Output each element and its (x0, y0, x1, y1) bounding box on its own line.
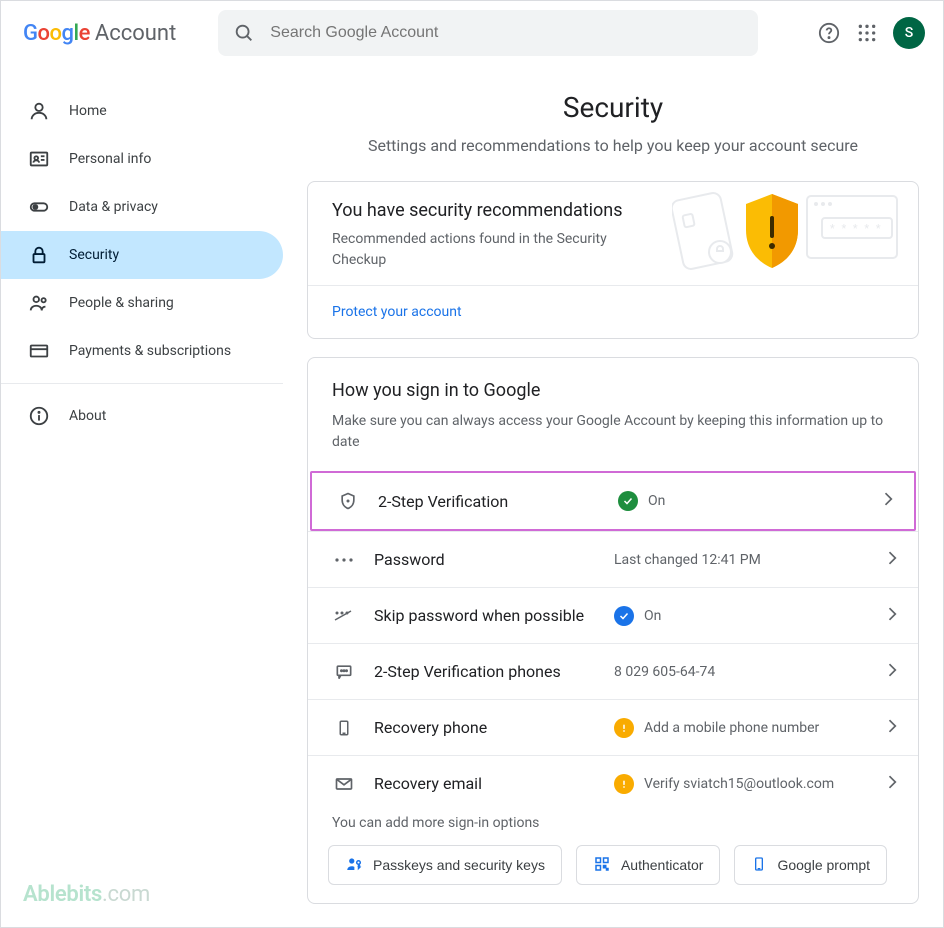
passkeys-button[interactable]: Passkeys and security keys (328, 845, 562, 885)
row-label: 2-Step Verification phones (374, 662, 614, 681)
sidebar-item-about[interactable]: About (1, 392, 283, 440)
home-icon (27, 99, 51, 123)
people-icon (27, 291, 51, 315)
ablebits-watermark: Ablebits.com (23, 882, 150, 907)
row-status-text: On (644, 608, 661, 624)
phone-prompt-icon (751, 855, 767, 876)
reco-card-title: You have security recommendations (332, 200, 648, 221)
chevron-right-icon (882, 716, 902, 740)
howsign-title: How you sign in to Google (332, 380, 894, 401)
row-label: Skip password when possible (374, 606, 614, 625)
authenticator-button[interactable]: Authenticator (576, 845, 721, 885)
more-signin-options-text: You can add more sign-in options (308, 811, 918, 831)
row-status-text: Last changed 12:41 PM (614, 552, 761, 568)
row-recovery-email[interactable]: Recovery email Verify sviatch15@outlook.… (308, 755, 918, 811)
passkey-icon (345, 855, 363, 876)
button-label: Authenticator (621, 857, 704, 873)
info-icon (27, 404, 51, 428)
row-label: Recovery phone (374, 718, 614, 737)
row-status-text: Add a mobile phone number (644, 720, 819, 736)
app-header: Google Account S (1, 1, 943, 65)
sidebar-item-label: People & sharing (69, 295, 174, 311)
skip-password-icon (332, 609, 356, 623)
checkmark-green-icon (618, 491, 638, 511)
toggle-icon (27, 195, 51, 219)
row-status-text: On (648, 493, 665, 509)
lock-icon (27, 243, 51, 267)
sidebar: Home Personal info Data & privacy Securi… (1, 65, 283, 927)
shield-icon (336, 491, 360, 511)
howsign-subtitle: Make sure you can always access your Goo… (332, 411, 894, 453)
row-2-step-verification[interactable]: 2-Step Verification On (312, 473, 914, 529)
sidebar-item-security[interactable]: Security (1, 231, 283, 279)
sidebar-divider (1, 383, 283, 384)
authenticator-icon (593, 855, 611, 876)
main-content: Security Settings and recommendations to… (283, 65, 943, 927)
sidebar-item-label: Security (69, 247, 119, 263)
sidebar-item-personal-info[interactable]: Personal info (1, 135, 283, 183)
button-label: Passkeys and security keys (373, 857, 545, 873)
row-status-text: 8 029 605-64-74 (614, 664, 715, 680)
sidebar-item-label: Data & privacy (69, 199, 158, 215)
row-skip-password[interactable]: Skip password when possible On (308, 587, 918, 643)
id-card-icon (27, 147, 51, 171)
apps-grid-icon[interactable] (855, 21, 879, 45)
google-prompt-button[interactable]: Google prompt (734, 845, 887, 885)
sidebar-item-label: Home (69, 103, 107, 119)
sidebar-item-label: Payments & subscriptions (69, 343, 231, 359)
row-password[interactable]: Password Last changed 12:41 PM (308, 531, 918, 587)
sidebar-item-data-privacy[interactable]: Data & privacy (1, 183, 283, 231)
email-icon (332, 774, 356, 794)
chevron-right-icon (878, 489, 898, 513)
search-icon (232, 21, 256, 45)
row-label: Recovery email (374, 774, 614, 793)
help-icon[interactable] (817, 21, 841, 45)
row-2sv-phones[interactable]: 2-Step Verification phones 8 029 605-64-… (308, 643, 918, 699)
sidebar-item-payments[interactable]: Payments & subscriptions (1, 327, 283, 375)
chevron-right-icon (882, 772, 902, 796)
warning-amber-icon (614, 718, 634, 738)
sidebar-item-label: About (69, 408, 106, 424)
sidebar-item-label: Personal info (69, 151, 151, 167)
chevron-right-icon (882, 548, 902, 572)
checkmark-blue-icon (614, 606, 634, 626)
warning-amber-icon (614, 774, 634, 794)
reco-card-subtitle: Recommended actions found in the Securit… (332, 229, 648, 271)
search-bar[interactable] (218, 10, 758, 56)
chevron-right-icon (882, 660, 902, 684)
row-label: Password (374, 550, 614, 569)
how-you-sign-in-card: How you sign in to Google Make sure you … (307, 357, 919, 904)
sidebar-item-home[interactable]: Home (1, 87, 283, 135)
sms-icon (332, 662, 356, 682)
row-label: 2-Step Verification (378, 492, 618, 511)
protect-account-link[interactable]: Protect your account (308, 286, 918, 338)
button-label: Google prompt (777, 857, 870, 873)
password-dots-icon (332, 555, 356, 565)
phone-device-icon (332, 718, 356, 738)
credit-card-icon (27, 339, 51, 363)
sidebar-item-people-sharing[interactable]: People & sharing (1, 279, 283, 327)
google-logo-text: Google (23, 21, 90, 46)
recommendations-card: You have security recommendations Recomm… (307, 181, 919, 339)
security-checkup-illustration: * * * * * (672, 182, 918, 275)
chevron-right-icon (882, 604, 902, 628)
page-title: Security (307, 91, 919, 124)
highlighted-two-step-row: 2-Step Verification On (310, 471, 916, 531)
search-input[interactable] (270, 24, 744, 42)
account-logo-suffix: Account (95, 21, 176, 46)
row-status-text: Verify sviatch15@outlook.com (644, 776, 834, 792)
google-account-logo[interactable]: Google Account (23, 21, 176, 46)
avatar[interactable]: S (893, 17, 925, 49)
svg-text:* * * * *: * * * * * (830, 222, 883, 235)
page-subtitle: Settings and recommendations to help you… (307, 136, 919, 155)
row-recovery-phone[interactable]: Recovery phone Add a mobile phone number (308, 699, 918, 755)
